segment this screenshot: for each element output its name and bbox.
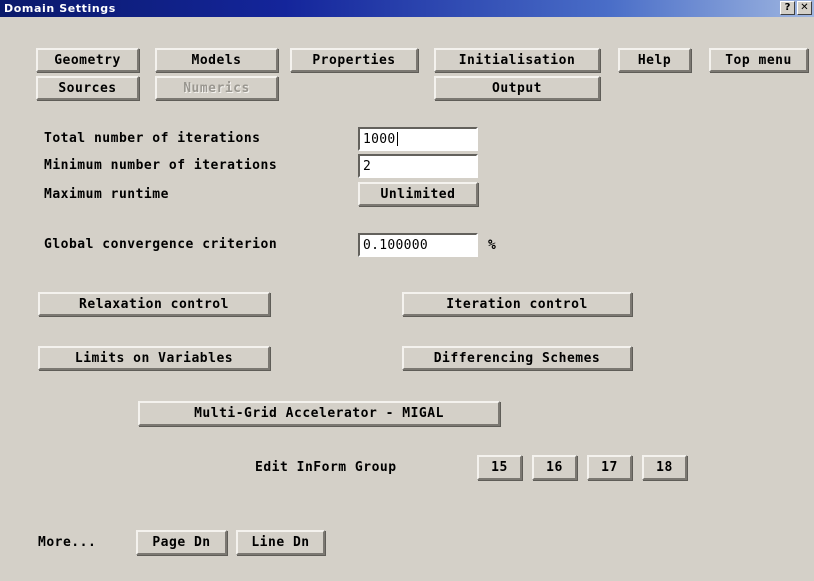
properties-button[interactable]: Properties bbox=[290, 48, 418, 72]
inform-group-button-18[interactable]: 18 bbox=[642, 455, 687, 480]
maximum-runtime-label: Maximum runtime bbox=[44, 187, 169, 202]
minimum-iterations-label: Minimum number of iterations bbox=[44, 158, 277, 173]
limits-on-variables-button[interactable]: Limits on Variables bbox=[38, 346, 270, 370]
convergence-criterion-input[interactable]: 0.100000 bbox=[358, 233, 478, 257]
help-icon-button[interactable]: ? bbox=[780, 1, 795, 15]
inform-group-button-17[interactable]: 17 bbox=[587, 455, 632, 480]
window-title: Domain Settings bbox=[0, 2, 116, 15]
inform-group-button-16[interactable]: 16 bbox=[532, 455, 577, 480]
convergence-criterion-label: Global convergence criterion bbox=[44, 237, 277, 252]
page-down-button[interactable]: Page Dn bbox=[136, 530, 227, 555]
line-down-button[interactable]: Line Dn bbox=[236, 530, 325, 555]
dialog-client-area: Geometry Models Properties Initialisatio… bbox=[0, 17, 814, 581]
close-icon-button[interactable]: ✕ bbox=[797, 1, 812, 15]
output-button[interactable]: Output bbox=[434, 76, 600, 100]
titlebar-button-group: ? ✕ bbox=[780, 1, 812, 15]
iteration-control-button[interactable]: Iteration control bbox=[402, 292, 632, 316]
inform-group-button-15[interactable]: 15 bbox=[477, 455, 522, 480]
sources-button[interactable]: Sources bbox=[36, 76, 139, 100]
top-menu-button[interactable]: Top menu bbox=[709, 48, 808, 72]
window-titlebar: Domain Settings ? ✕ bbox=[0, 0, 814, 17]
inform-group-label: Edit InForm Group bbox=[255, 460, 397, 475]
migal-accelerator-button[interactable]: Multi-Grid Accelerator - MIGAL bbox=[138, 401, 500, 426]
total-iterations-label: Total number of iterations bbox=[44, 131, 261, 146]
convergence-criterion-value: 0.100000 bbox=[363, 238, 428, 253]
initialisation-button[interactable]: Initialisation bbox=[434, 48, 600, 72]
differencing-schemes-button[interactable]: Differencing Schemes bbox=[402, 346, 632, 370]
models-button[interactable]: Models bbox=[155, 48, 278, 72]
minimum-iterations-value: 2 bbox=[363, 159, 371, 174]
text-caret bbox=[397, 132, 398, 146]
total-iterations-value: 1000 bbox=[363, 132, 396, 147]
more-label: More... bbox=[38, 535, 96, 550]
minimum-iterations-input[interactable]: 2 bbox=[358, 154, 478, 178]
help-button[interactable]: Help bbox=[618, 48, 691, 72]
relaxation-control-button[interactable]: Relaxation control bbox=[38, 292, 270, 316]
total-iterations-input[interactable]: 1000 bbox=[358, 127, 478, 151]
maximum-runtime-button[interactable]: Unlimited bbox=[358, 182, 478, 206]
numerics-button: Numerics bbox=[155, 76, 278, 100]
convergence-unit-label: % bbox=[488, 238, 496, 253]
geometry-button[interactable]: Geometry bbox=[36, 48, 139, 72]
